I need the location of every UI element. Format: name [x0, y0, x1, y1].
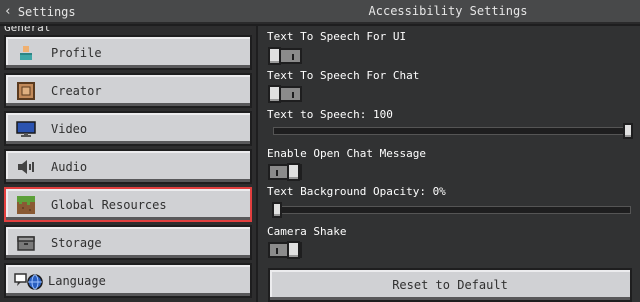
toggle-knob — [268, 85, 281, 103]
profile-icon — [15, 42, 37, 64]
text-bg-opacity-label: Text Background Opacity: 0% — [267, 185, 446, 198]
open-chat-toggle[interactable] — [268, 163, 302, 181]
back-button[interactable]: ‹ Settings — [4, 4, 76, 20]
scrollbar[interactable] — [634, 26, 640, 302]
accessibility-panel: Text To Speech For UI Text To Speech For… — [258, 26, 640, 302]
sidebar-item-label: Video — [51, 121, 88, 136]
language-icon — [14, 270, 44, 292]
monitor-icon — [15, 118, 37, 140]
toggle-knob — [287, 163, 300, 181]
chevron-left-icon: ‹ — [4, 4, 12, 19]
sidebar-item-label: Audio — [51, 159, 88, 174]
top-bar: ‹ Settings Accessibility Settings — [0, 0, 640, 24]
tts-ui-toggle[interactable] — [268, 47, 302, 65]
toggle-knob — [268, 47, 281, 65]
open-chat-label: Enable Open Chat Message — [267, 147, 426, 160]
settings-sidebar: General Profile Creator Video Audio Glob… — [0, 26, 256, 302]
sidebar-item-video[interactable]: Video — [4, 111, 252, 146]
page-title: Accessibility Settings — [368, 4, 528, 18]
sidebar-item-label: Creator — [51, 83, 102, 98]
back-label: Settings — [17, 5, 76, 19]
creator-icon — [15, 80, 37, 102]
tts-volume-label: Text to Speech: 100 — [267, 108, 393, 121]
sidebar-item-label: Global Resources — [51, 197, 167, 212]
tts-volume-slider[interactable] — [273, 123, 633, 139]
sidebar-item-profile[interactable]: Profile — [4, 35, 252, 70]
sidebar-item-label: Storage — [51, 235, 102, 250]
section-label: General — [4, 26, 51, 34]
slider-thumb[interactable] — [623, 123, 633, 139]
toggle-knob — [287, 241, 300, 259]
grass-block-icon — [15, 194, 37, 216]
slider-thumb[interactable] — [272, 202, 282, 218]
toggle-notch — [276, 248, 278, 254]
sidebar-item-audio[interactable]: Audio — [4, 149, 252, 184]
camera-shake-label: Camera Shake — [267, 225, 347, 238]
text-bg-opacity-slider[interactable] — [272, 202, 631, 218]
sidebar-item-creator[interactable]: Creator — [4, 73, 252, 108]
toggle-notch — [276, 170, 278, 176]
toggle-notch — [292, 92, 294, 98]
storage-icon — [15, 232, 37, 254]
tts-chat-toggle[interactable] — [268, 85, 302, 103]
sidebar-item-storage[interactable]: Storage — [4, 225, 252, 260]
reset-button-label: Reset to Default — [392, 278, 508, 292]
reset-to-default-button[interactable]: Reset to Default — [268, 268, 632, 302]
tts-ui-label: Text To Speech For UI — [267, 30, 407, 43]
camera-shake-toggle[interactable] — [268, 241, 302, 259]
toggle-notch — [292, 54, 294, 60]
sidebar-item-label: Profile — [51, 45, 102, 60]
tts-chat-label: Text To Speech For Chat — [267, 69, 420, 82]
sidebar-item-global-resources[interactable]: Global Resources — [4, 187, 252, 222]
speaker-icon — [15, 156, 37, 178]
sidebar-item-label: Language — [48, 273, 106, 288]
sidebar-item-language[interactable]: Language — [4, 263, 252, 298]
